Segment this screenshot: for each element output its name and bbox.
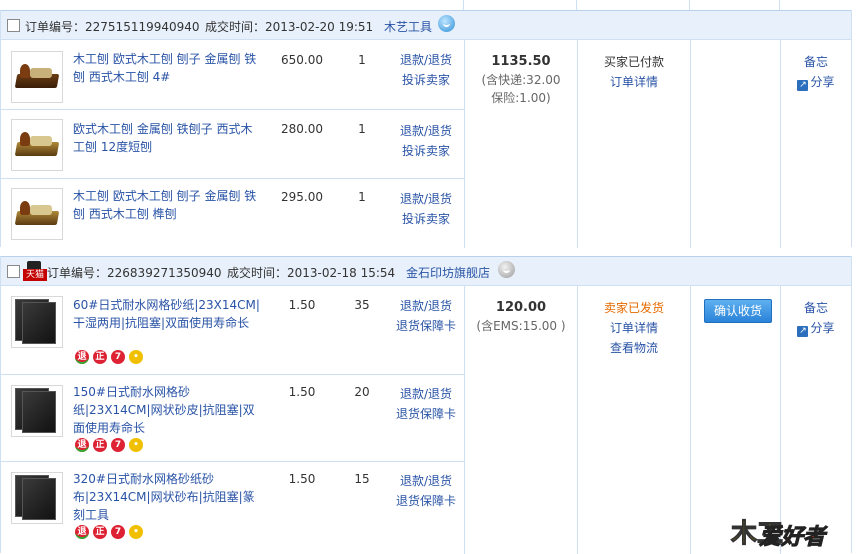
shipping-note: (含EMS:15.00 ) [476,319,566,333]
tmall-badge-icon: 天猫 [23,261,47,281]
product-thumbnail[interactable] [11,51,63,103]
reward-icon[interactable]: • [129,525,143,539]
table-row: 木工刨 欧式木工刨 刨子 金属刨 铁刨 西式木工刨 4# 650.00 1 退款… [1,40,464,110]
wangwang-chat-icon[interactable] [438,15,455,32]
order-checkbox[interactable] [7,265,20,278]
reward-icon[interactable]: • [129,350,143,364]
product-thumbnail[interactable] [11,119,63,171]
item-quantity: 35 [354,298,370,312]
return-guarantee-icon[interactable]: 退 [75,350,89,364]
table-row: 欧式木工刨 金属刨 铁刨子 西式木工刨 12度短刨 280.00 1 退款/退货… [1,110,464,179]
item-price: 1.50 [288,385,316,399]
item-quantity: 1 [358,53,366,67]
order-header: 天猫 订单编号：226839271350940 成交时间：2013-02-18 … [1,256,851,286]
table-row: 木工刨 欧式木工刨 刨子 金属刨 铁刨 西式木工刨 榫刨 295.00 1 退款… [1,179,464,248]
share-link[interactable]: ↗ 分享 [781,318,851,338]
refund-link[interactable]: 退款/退货 [391,296,461,316]
order-checkbox[interactable] [7,19,20,32]
return-card-link[interactable]: 退货保障卡 [391,491,461,511]
product-thumbnail[interactable] [11,472,63,524]
insurance-note: 保险:1.00) [491,91,551,105]
seven-day-icon[interactable]: 7 [111,350,125,364]
order-total: 1135.50 (含快递:32.00 保险:1.00) [465,52,577,107]
share-link[interactable]: ↗ 分享 [781,72,851,92]
seven-day-icon[interactable]: 7 [111,525,125,539]
product-title[interactable]: 木工刨 欧式木工刨 刨子 金属刨 铁刨 西式木工刨 4# [73,50,263,86]
refund-link[interactable]: 退款/退货 [391,189,461,209]
genuine-icon[interactable]: 正 [93,350,107,364]
product-title[interactable]: 欧式木工刨 金属刨 铁刨子 西式木工刨 12度短刨 [73,120,263,156]
refund-link[interactable]: 退款/退货 [391,471,461,491]
confirm-receipt-button[interactable]: 确认收货 [704,299,772,323]
product-title[interactable]: 木工刨 欧式木工刨 刨子 金属刨 铁刨 西式木工刨 榫刨 [73,187,263,223]
seven-day-icon[interactable]: 7 [111,438,125,452]
order-total: 120.00 (含EMS:15.00 ) [465,298,577,335]
refund-link[interactable]: 退款/退货 [391,50,461,70]
table-row: 60#日式耐水网格砂纸|23X14CM|干湿两用|抗阻塞|双面使用寿命长 退正7… [1,286,464,375]
order-number: 订单编号：226839271350940 [47,266,222,280]
return-card-link[interactable]: 退货保障卡 [391,404,461,424]
item-quantity: 1 [358,190,366,204]
share-icon: ↗ [797,80,809,91]
complain-link[interactable]: 投诉卖家 [391,141,461,161]
product-thumbnail[interactable] [11,188,63,240]
return-guarantee-icon[interactable]: 退 [75,525,89,539]
refund-link[interactable]: 退款/退货 [391,384,461,404]
product-title[interactable]: 320#日式耐水网格砂纸砂布|23X14CM|网状砂布|抗阻塞|篆刻工具 [73,470,263,524]
order-time: 成交时间：2013-02-20 19:51 [205,20,374,34]
shop-link[interactable]: 金石印坊旗舰店 [406,264,490,281]
order-number: 订单编号：227515119940940 [25,20,200,34]
total-amount: 1135.50 [491,54,551,69]
order-status: 买家已付款 [603,55,664,69]
refund-link[interactable]: 退款/退货 [391,121,461,141]
share-icon: ↗ [797,326,809,337]
service-marks: 退正 7 • [75,350,147,366]
table-row: 150#日式耐水网格砂纸|23X14CM|网状砂皮|抗阻塞|双面使用寿命长 退正… [1,375,464,462]
complain-link[interactable]: 投诉卖家 [391,70,461,90]
item-price: 1.50 [288,298,316,312]
return-guarantee-icon[interactable]: 退 [75,438,89,452]
total-amount: 120.00 [495,300,547,315]
shop-link[interactable]: 木艺工具 [384,18,432,35]
item-price: 280.00 [281,122,323,136]
return-card-link[interactable]: 退货保障卡 [391,316,461,336]
product-thumbnail[interactable] [11,296,63,348]
shipping-note: (含快递:32.00 [481,73,561,87]
complain-link[interactable]: 投诉卖家 [391,209,461,229]
item-price: 295.00 [281,190,323,204]
item-quantity: 15 [354,472,370,486]
memo-link[interactable]: 备忘 [781,52,851,72]
reward-icon[interactable]: • [129,438,143,452]
item-quantity: 1 [358,122,366,136]
view-logistics-link[interactable]: 查看物流 [578,338,690,358]
order-detail-link[interactable]: 订单详情 [578,72,690,92]
memo-link[interactable]: 备忘 [781,298,851,318]
genuine-icon[interactable]: 正 [93,525,107,539]
order-header: 订单编号：227515119940940 成交时间：2013-02-20 19:… [1,10,851,40]
service-marks: 退正 7 • [75,438,147,454]
order-block: 天猫 订单编号：226839271350940 成交时间：2013-02-18 … [0,256,852,554]
order-time: 成交时间：2013-02-18 15:54 [227,266,396,280]
genuine-icon[interactable]: 正 [93,438,107,452]
product-title[interactable]: 60#日式耐水网格砂纸|23X14CM|干湿两用|抗阻塞|双面使用寿命长 [73,296,263,332]
order-detail-link[interactable]: 订单详情 [578,318,690,338]
item-quantity: 20 [354,385,370,399]
order-status: 卖家已发货 [603,301,664,315]
product-thumbnail[interactable] [11,385,63,437]
item-price: 650.00 [281,53,323,67]
service-marks: 退正 7 • [75,525,147,541]
wangwang-chat-icon[interactable] [498,261,515,278]
order-block: 订单编号：227515119940940 成交时间：2013-02-20 19:… [0,10,852,248]
table-row: 320#日式耐水网格砂纸砂布|23X14CM|网状砂布|抗阻塞|篆刻工具 退正7… [1,462,464,554]
watermark-logo: 木工 爱好者 [730,519,826,551]
item-price: 1.50 [288,472,316,486]
product-title[interactable]: 150#日式耐水网格砂纸|23X14CM|网状砂皮|抗阻塞|双面使用寿命长 [73,383,263,437]
